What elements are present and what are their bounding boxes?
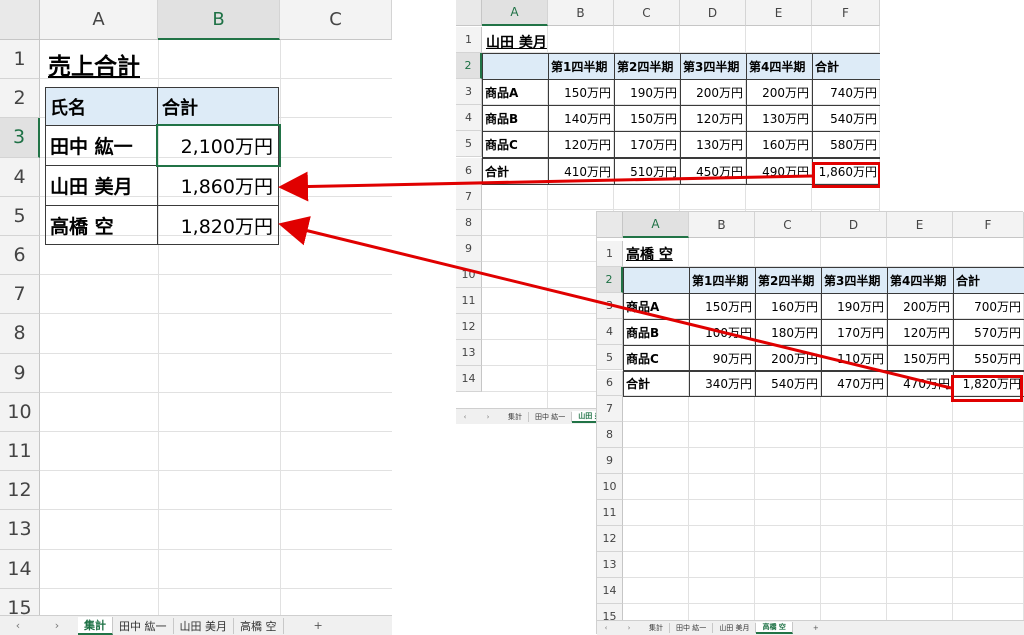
reference-arrows: [278, 171, 952, 390]
arrow-yamada-to-summary: [278, 171, 813, 202]
arrow-takahashi-to-summary: [278, 216, 952, 390]
